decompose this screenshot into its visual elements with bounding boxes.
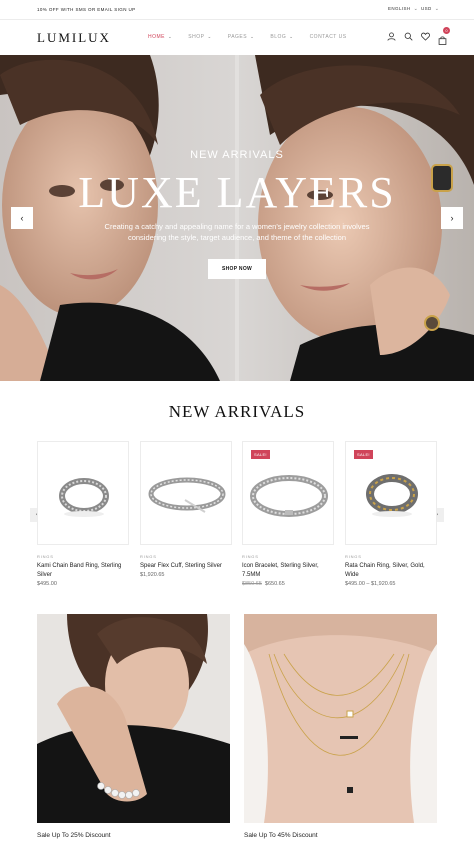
product-name[interactable]: Spear Flex Cuff, Sterling Silver: [140, 562, 232, 571]
nav-label: BLOG: [270, 34, 287, 40]
shop-now-button[interactable]: SHOP NOW: [208, 259, 266, 279]
cart-button[interactable]: 0: [438, 27, 450, 45]
promo-text: 10% OFF WITH SMS OR EMAIL SIGN UP: [37, 7, 136, 12]
currency-selector[interactable]: USD ⌄: [421, 6, 439, 12]
product-image[interactable]: [140, 441, 232, 545]
chevron-left-icon: ‹: [20, 213, 24, 223]
nav-pages[interactable]: PAGES ⌄: [228, 34, 255, 40]
chevron-down-icon: ⌄: [289, 34, 294, 39]
hero-next-button[interactable]: ›: [441, 207, 463, 229]
product-name[interactable]: Icon Bracelet, Sterling Silver, 7.5MM: [242, 562, 334, 579]
nav-contact[interactable]: CONTACT US: [310, 34, 347, 40]
site-header: LUMILUX HOME ⌄ SHOP ⌄ PAGES ⌄ BLOG ⌄ CONTACT…: [0, 21, 474, 55]
top-bar: 10% OFF WITH SMS OR EMAIL SIGN UP ENGLIS…: [0, 0, 474, 20]
product-image[interactable]: SALE!: [345, 441, 437, 545]
hero-prev-button[interactable]: ‹: [11, 207, 33, 229]
nav-label: CONTACT US: [309, 34, 347, 40]
nav-label: PAGES: [227, 34, 248, 40]
product-category: RINGS: [37, 554, 54, 559]
chevron-right-icon: ›: [450, 213, 454, 223]
promo-banner-right[interactable]: [244, 614, 437, 823]
sale-badge: SALE!: [354, 450, 373, 459]
hero-image: [0, 55, 474, 381]
product-category: RINGS: [242, 554, 259, 559]
chevron-down-icon: ⌄: [207, 34, 212, 39]
sale-badge: SALE!: [251, 450, 270, 459]
nav-home[interactable]: HOME ⌄: [148, 34, 172, 40]
banner-image-necklace: [244, 614, 437, 823]
search-icon[interactable]: [404, 32, 413, 41]
cart-count-badge: 0: [443, 27, 450, 34]
main-nav: HOME ⌄ SHOP ⌄ PAGES ⌄ BLOG ⌄ CONTACT US: [148, 34, 363, 40]
hero-description: Creating a catchy and appealing name for…: [104, 222, 370, 242]
banner-caption-right[interactable]: Sale Up To 45% Discount: [244, 832, 318, 839]
banner-caption-left[interactable]: Sale Up To 25% Discount: [37, 832, 111, 839]
site-logo[interactable]: LUMILUX: [37, 30, 111, 46]
chevron-down-icon: ⌄: [413, 6, 419, 12]
user-icon[interactable]: [387, 32, 396, 41]
product-price: $495.00: [37, 581, 57, 587]
currency-label: USD: [421, 6, 432, 11]
product-image[interactable]: SALE!: [242, 441, 334, 545]
product-name[interactable]: Rata Chain Ring, Silver, Gold, Wide: [345, 562, 437, 579]
hero-subtitle: NEW ARRIVALS: [190, 149, 284, 161]
product-image[interactable]: [37, 441, 129, 545]
chevron-down-icon: ⌄: [250, 34, 255, 39]
hero-banner: NEW ARRIVALS LUXE LAYERS Creating a catc…: [0, 55, 474, 381]
product-old-price: $850.65: [242, 581, 262, 587]
header-icons: 0: [387, 27, 450, 45]
product-sale-price: $650.65: [264, 581, 285, 587]
ring-image: [59, 478, 109, 517]
heart-icon[interactable]: [421, 32, 430, 41]
product-price: $850.65 $650.65: [242, 581, 285, 587]
language-label: ENGLISH: [388, 6, 411, 11]
nav-blog[interactable]: BLOG ⌄: [270, 34, 293, 40]
bag-icon: [438, 36, 447, 45]
product-price: $1,920.65: [140, 572, 165, 578]
product-price: $495.00 – $1,920.65: [345, 581, 396, 587]
product-category: RINGS: [140, 554, 157, 559]
nav-shop[interactable]: SHOP ⌄: [188, 34, 211, 40]
nav-label: SHOP: [188, 34, 205, 40]
nav-label: HOME: [148, 34, 165, 40]
banner-image-bracelet: [37, 614, 230, 823]
chevron-down-icon: ⌄: [168, 34, 173, 39]
cuff-image: [148, 477, 226, 513]
product-name[interactable]: Kami Chain Band Ring, Sterling Silver: [37, 562, 129, 579]
language-selector[interactable]: ENGLISH ⌄: [388, 6, 418, 12]
promo-banner-left[interactable]: [37, 614, 230, 823]
hero-title: LUXE LAYERS: [78, 168, 396, 217]
product-category: RINGS: [345, 554, 362, 559]
chevron-down-icon: ⌄: [434, 6, 440, 12]
new-arrivals-title: NEW ARRIVALS: [168, 402, 306, 421]
